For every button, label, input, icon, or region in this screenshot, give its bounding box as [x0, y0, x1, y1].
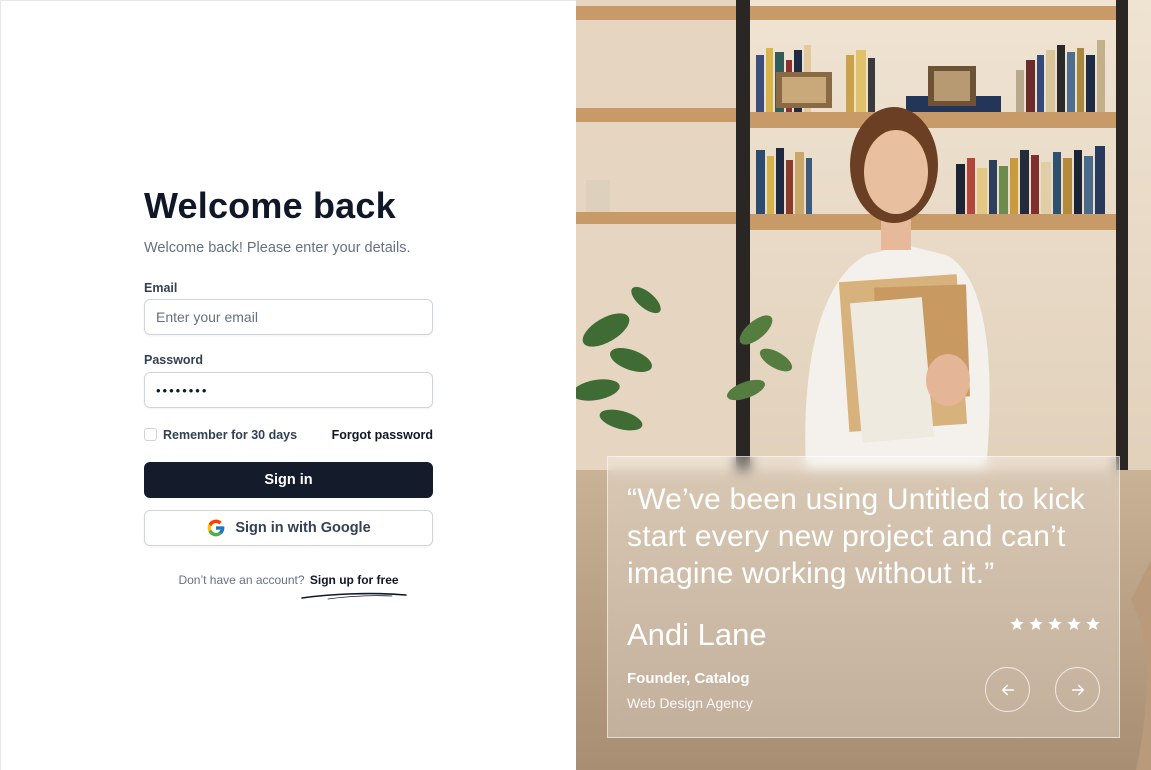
signup-row: Don’t have an account? Sign up for free — [144, 573, 433, 587]
google-sign-in-button[interactable]: Sign in with Google — [144, 510, 433, 546]
email-field[interactable] — [144, 299, 433, 335]
page-title: Welcome back — [144, 185, 396, 226]
star-icon — [1086, 617, 1100, 630]
testimonial-role: Founder, Catalog — [627, 670, 750, 687]
testimonial-panel: “We’ve been using Untitled to kick start… — [576, 0, 1151, 770]
google-button-label: Sign in with Google — [235, 520, 371, 536]
login-form: Welcome back Welcome back! Please enter … — [144, 184, 433, 600]
password-field[interactable] — [144, 372, 433, 408]
sign-up-link[interactable]: Sign up for free — [310, 573, 399, 587]
star-icon — [1067, 617, 1081, 630]
remember-checkbox[interactable] — [144, 428, 157, 441]
sign-in-button[interactable]: Sign in — [144, 462, 433, 498]
testimonial-author: Andi Lane — [627, 617, 767, 652]
login-panel: Welcome back Welcome back! Please enter … — [0, 0, 576, 770]
google-icon — [207, 519, 225, 537]
page-subtitle: Welcome back! Please enter your details. — [144, 240, 411, 256]
email-label: Email — [144, 281, 178, 295]
star-icon — [1048, 617, 1062, 630]
signup-underline-decoration — [301, 592, 407, 600]
previous-testimonial-button[interactable] — [985, 667, 1030, 712]
rating-stars — [1009, 616, 1101, 632]
remember-label[interactable]: Remember for 30 days — [163, 428, 297, 442]
no-account-text: Don’t have an account? — [178, 573, 305, 587]
testimonial-card: “We’ve been using Untitled to kick start… — [607, 456, 1120, 738]
testimonial-quote: “We’ve been using Untitled to kick start… — [627, 483, 1086, 590]
arrow-right-icon — [1071, 684, 1084, 695]
arrow-left-icon — [1001, 684, 1014, 695]
star-icon — [1010, 617, 1024, 630]
star-icon — [1029, 617, 1043, 630]
remember-row: Remember for 30 days Forgot password — [144, 428, 433, 444]
forgot-password-link[interactable]: Forgot password — [332, 428, 433, 442]
testimonial-company: Web Design Agency — [627, 695, 753, 711]
password-label: Password — [144, 353, 204, 367]
next-testimonial-button[interactable] — [1055, 667, 1100, 712]
